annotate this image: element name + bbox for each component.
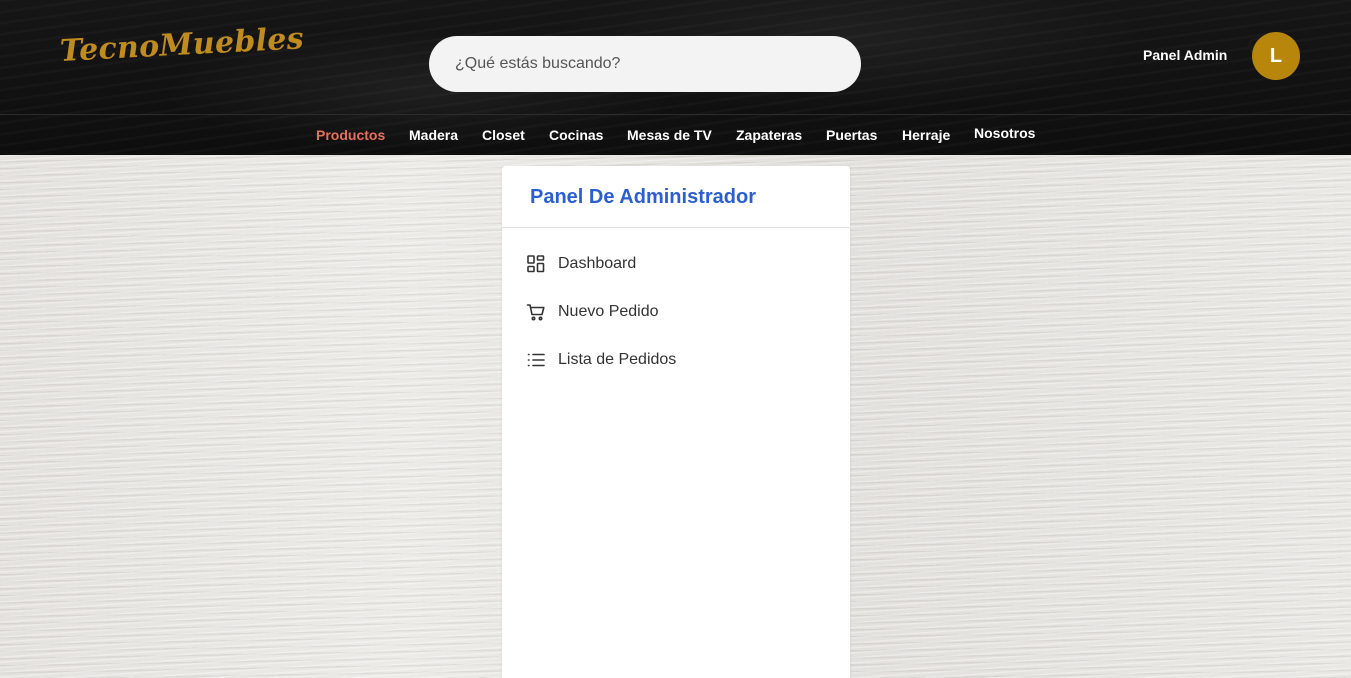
list-icon (527, 353, 545, 367)
nav-item-nosotros[interactable]: Nosotros (974, 125, 1035, 141)
search-bar (429, 36, 1270, 92)
admin-panel-sidebar: Panel De Administrador Dashboard Nuevo P… (502, 166, 850, 678)
admin-panel-divider (502, 227, 850, 228)
menu-item-label: Nuevo Pedido (558, 303, 659, 320)
cart-icon (526, 304, 545, 321)
nav-item-zapateras[interactable]: Zapateras (736, 127, 802, 143)
menu-item-lista-de-pedidos[interactable]: Lista de Pedidos (526, 348, 826, 372)
admin-panel-title: Panel De Administrador (530, 186, 756, 208)
menu-item-label: Dashboard (558, 255, 637, 272)
nav-item-productos[interactable]: Productos (316, 127, 385, 143)
menu-item-label: Lista de Pedidos (558, 351, 677, 368)
site-header: TecnoMuebles Panel Admin L Productos Mad… (0, 0, 1351, 155)
main-nav: Productos Madera Closet Cocinas Mesas de… (0, 115, 1351, 155)
nav-item-madera[interactable]: Madera (409, 127, 458, 143)
brand-logo[interactable]: TecnoMuebles (59, 21, 305, 69)
user-avatar[interactable]: L (1252, 32, 1300, 80)
nav-item-mesas-de-tv[interactable]: Mesas de TV (627, 127, 712, 143)
menu-item-dashboard[interactable]: Dashboard (526, 252, 826, 276)
search-input[interactable] (455, 36, 815, 92)
nav-item-closet[interactable]: Closet (482, 127, 525, 143)
panel-admin-link[interactable]: Panel Admin (1143, 47, 1227, 63)
nav-item-cocinas[interactable]: Cocinas (549, 127, 603, 143)
menu-item-nuevo-pedido[interactable]: Nuevo Pedido (526, 300, 826, 324)
dashboard-grid-icon (527, 255, 545, 273)
nav-item-herraje[interactable]: Herraje (902, 127, 950, 143)
top-bar: TecnoMuebles Panel Admin L (0, 0, 1351, 114)
nav-item-puertas[interactable]: Puertas (826, 127, 877, 143)
